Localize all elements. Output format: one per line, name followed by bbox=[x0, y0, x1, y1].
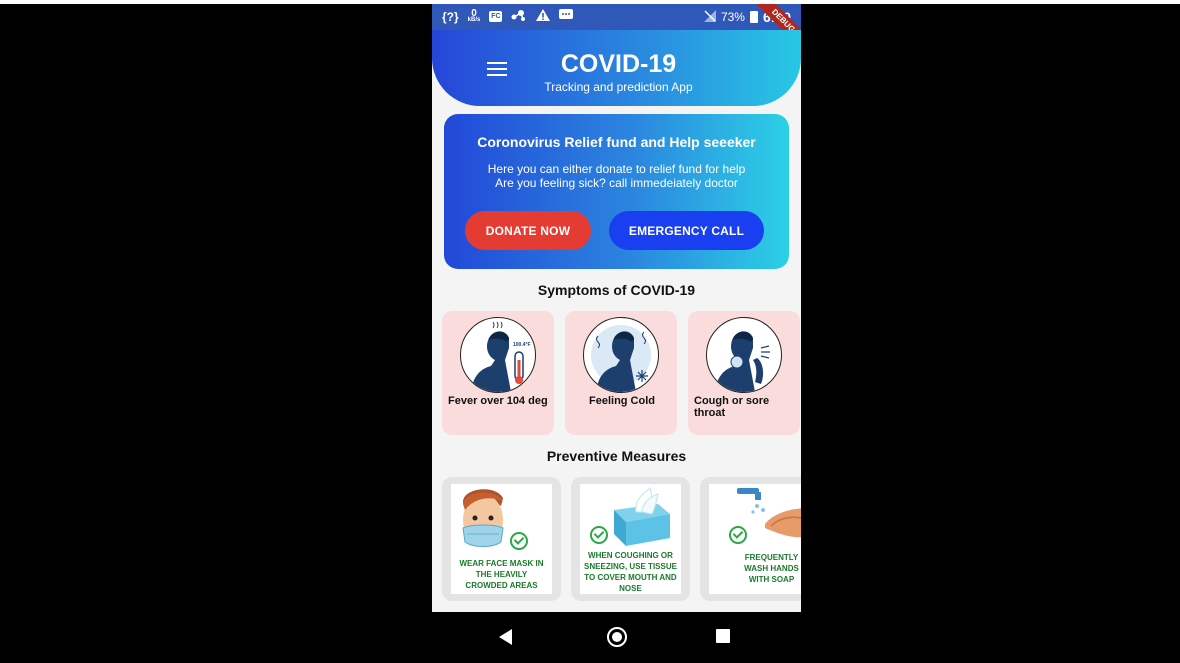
donate-now-button[interactable]: DONATE NOW bbox=[465, 211, 591, 250]
symptoms-title: Symptoms of COVID-19 bbox=[537, 282, 696, 298]
status-bar: {?} 0 kB/s FC 73% 6:50 DEBUG bbox=[432, 4, 801, 55]
app-subtitle: Tracking and prediction App bbox=[544, 80, 693, 94]
back-icon[interactable] bbox=[499, 629, 512, 645]
android-nav-bar bbox=[432, 612, 801, 661]
network-speed: 0 kB/s bbox=[467, 7, 481, 23]
status-left-icons: {?} 0 kB/s FC bbox=[442, 7, 574, 24]
relief-fund-card: Coronovirus Relief fund and Help seeeker… bbox=[444, 114, 789, 269]
battery-percent: 73% bbox=[720, 10, 745, 24]
fever-temp-label: 100.4°F bbox=[513, 342, 531, 348]
face-mask-icon: WEAR FACE MASK IN THE HEAVILY CROWDED AR… bbox=[451, 484, 552, 594]
relief-card-line-1: Here you can either donate to relief fun… bbox=[487, 162, 746, 176]
symptom-label-fever: Fever over 104 deg bbox=[448, 395, 548, 407]
check-icon bbox=[590, 526, 608, 544]
fever-icon: 100.4°F bbox=[460, 317, 536, 393]
preventive-card-mask[interactable]: WEAR FACE MASK IN THE HEAVILY CROWDED AR… bbox=[442, 477, 561, 601]
warning-icon bbox=[536, 9, 551, 24]
status-unknown-text: {?} bbox=[442, 9, 459, 24]
preventive-card-tissue[interactable]: WHEN COUGHING OR SNEEZING, USE TISSUE TO… bbox=[571, 477, 690, 601]
symptom-label-cold: Feeling Cold bbox=[589, 395, 655, 407]
cough-icon bbox=[706, 317, 782, 393]
check-icon bbox=[729, 526, 747, 544]
home-icon[interactable] bbox=[607, 627, 627, 647]
relief-card-title: Coronovirus Relief fund and Help seeeker bbox=[477, 134, 756, 150]
emergency-call-button[interactable]: EMERGENCY CALL bbox=[609, 211, 764, 250]
connection-icon bbox=[511, 9, 527, 24]
hand-wash-icon: FREQUENTLY WASH HANDS WITH SOAP bbox=[709, 484, 801, 594]
battery-icon bbox=[749, 11, 758, 23]
preventive-label-handwash: FREQUENTLY WASH HANDS WITH SOAP bbox=[744, 553, 799, 584]
symptom-card-cold[interactable]: Feeling Cold bbox=[565, 311, 677, 435]
symptom-label-cough: Cough or sore throat bbox=[694, 395, 770, 419]
preventive-title: Preventive Measures bbox=[546, 448, 687, 464]
symptom-card-cough[interactable]: Cough or sore throat bbox=[688, 311, 800, 435]
relief-card-line-2: Are you feeling sick? call immedeiately … bbox=[495, 176, 738, 190]
preventive-label-tissue: WHEN COUGHING OR SNEEZING, USE TISSUE TO… bbox=[584, 551, 677, 593]
app-header: COVID-19 Tracking and prediction App bbox=[432, 30, 801, 106]
symptom-card-fever[interactable]: 100.4°F Fever over 104 deg bbox=[442, 311, 554, 435]
app-title: COVID-19 bbox=[560, 50, 677, 78]
recent-apps-icon[interactable] bbox=[716, 629, 730, 643]
message-icon bbox=[559, 9, 574, 24]
phone-screen: {?} 0 kB/s FC 73% 6:50 DEBUG bbox=[432, 4, 801, 661]
preventive-card-handwash[interactable]: FREQUENTLY WASH HANDS WITH SOAP bbox=[700, 477, 801, 601]
fc-app-icon: FC bbox=[489, 11, 503, 22]
tissue-box-icon: WHEN COUGHING OR SNEEZING, USE TISSUE TO… bbox=[580, 484, 681, 594]
preventive-label-mask: WEAR FACE MASK IN THE HEAVILY CROWDED AR… bbox=[459, 559, 544, 590]
cold-icon bbox=[583, 317, 659, 393]
check-icon bbox=[510, 532, 528, 550]
no-signal-icon bbox=[703, 9, 716, 25]
